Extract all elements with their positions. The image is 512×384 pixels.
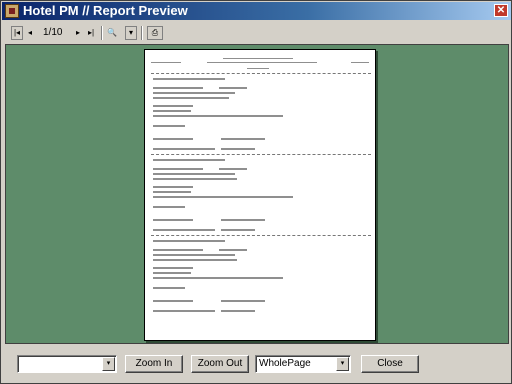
- zoom-mode-select[interactable]: WholePage ▾: [255, 355, 351, 373]
- toolbar-separator: [101, 26, 103, 40]
- prev-page-icon: ◂: [27, 28, 32, 37]
- zoom-icon: 🔍: [107, 28, 117, 37]
- zoom-mode-value: WholePage: [259, 358, 311, 369]
- close-icon: ✕: [496, 5, 506, 16]
- report-page: [144, 49, 376, 341]
- first-page-icon: |◂: [13, 28, 21, 37]
- window-close-button[interactable]: ✕: [494, 4, 508, 17]
- last-page-icon: ▸|: [87, 28, 95, 37]
- last-page-button[interactable]: ▸|: [85, 26, 97, 40]
- zoom-out-button[interactable]: Zoom Out: [191, 355, 249, 373]
- next-page-icon: ▸: [75, 28, 80, 37]
- window-title: Hotel PM // Report Preview: [23, 3, 188, 18]
- toolbar-separator: [141, 26, 143, 40]
- bottom-bar: ▾ Zoom In Zoom Out WholePage ▾ Close: [5, 347, 509, 383]
- app-icon: [5, 4, 19, 18]
- next-page-button[interactable]: ▸: [73, 26, 83, 40]
- preview-toolbar: |◂ ◂ 1/10 ▸ ▸| 🔍 ▾ ⎙: [5, 23, 509, 43]
- zoom-button[interactable]: 🔍: [105, 26, 119, 40]
- title-bar[interactable]: Hotel PM // Report Preview ✕: [2, 2, 511, 20]
- first-page-button[interactable]: |◂: [11, 26, 23, 40]
- chevron-down-icon[interactable]: ▾: [102, 357, 115, 371]
- report-viewer[interactable]: [5, 44, 509, 344]
- print-button[interactable]: ⎙: [147, 26, 163, 40]
- zoom-dropdown-button[interactable]: ▾: [125, 26, 137, 40]
- print-icon: ⎙: [151, 28, 159, 37]
- report-preview-window: Hotel PM // Report Preview ✕ |◂ ◂ 1/10 ▸…: [0, 0, 512, 384]
- chevron-down-icon[interactable]: ▾: [336, 357, 349, 371]
- zoom-in-button[interactable]: Zoom In: [125, 355, 183, 373]
- close-button[interactable]: Close: [361, 355, 419, 373]
- prev-page-button[interactable]: ◂: [25, 26, 35, 40]
- chevron-down-icon: ▾: [128, 28, 133, 37]
- page-indicator: 1/10: [43, 27, 63, 38]
- report-select[interactable]: ▾: [17, 355, 117, 373]
